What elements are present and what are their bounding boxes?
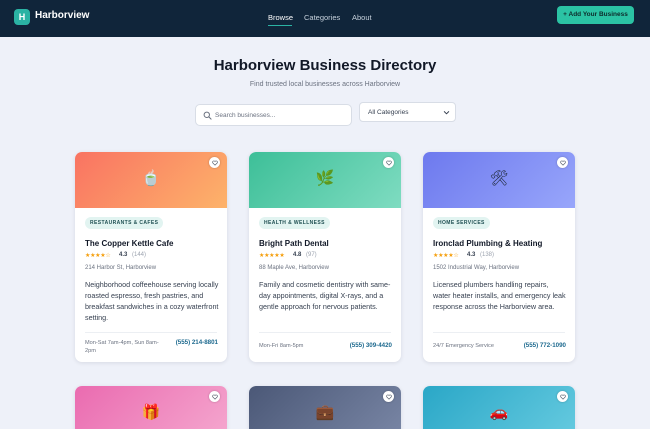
category-badge: HEALTH & WELLNESS — [259, 217, 330, 229]
rating-value: 4.8 — [293, 252, 302, 258]
business-card[interactable]: 🍵 RESTAURANTS & CAFES The Copper Kettle … — [75, 152, 227, 362]
business-card[interactable]: 🎁 — [75, 386, 227, 429]
business-card[interactable]: 🌿 HEALTH & WELLNESS Bright Path Dental ★… — [249, 152, 401, 362]
add-business-button[interactable]: + Add Your Business — [557, 6, 634, 24]
favorite-button[interactable] — [383, 391, 394, 402]
nav-categories[interactable]: Categories — [304, 13, 340, 22]
business-hours: Mon-Sat 7am-4pm, Sun 8am-2pm — [85, 340, 159, 354]
favorite-button[interactable] — [557, 391, 568, 402]
card-divider — [433, 332, 565, 333]
chevron-down-icon — [443, 111, 450, 115]
business-name[interactable]: The Copper Kettle Cafe — [85, 239, 173, 248]
rating-value: 4.3 — [119, 252, 128, 258]
business-address: 1502 Industrial Way, Harborview — [433, 265, 520, 271]
business-card[interactable]: 🛠 HOME SERVICES Ironclad Plumbing & Heat… — [423, 152, 575, 362]
favorite-button[interactable] — [557, 157, 568, 168]
heart-icon — [559, 160, 566, 166]
nav-active-indicator — [268, 25, 292, 26]
favorite-button[interactable] — [209, 157, 220, 168]
card-banner: 🌿 — [249, 152, 401, 208]
star-rating-icon: ★★★★☆ — [433, 253, 459, 259]
business-card[interactable]: 💼 — [249, 386, 401, 429]
card-divider — [85, 332, 217, 333]
business-address: 214 Harbor St, Harborview — [85, 265, 157, 271]
favorite-button[interactable] — [383, 157, 394, 168]
review-count: (144) — [132, 252, 147, 258]
gift-icon: 🎁 — [141, 404, 161, 421]
top-navbar: H Harborview Browse Categories About + A… — [0, 0, 650, 37]
business-description: Licensed plumbers handling repairs, wate… — [433, 280, 566, 311]
card-banner: 🍵 — [75, 152, 227, 208]
card-banner: 🚗 — [423, 386, 575, 429]
heart-icon — [211, 394, 218, 400]
category-badge: HOME SERVICES — [433, 217, 490, 229]
leaf-icon: 🌿 — [315, 170, 335, 187]
kettle-icon: 🍵 — [141, 170, 161, 187]
nav-browse[interactable]: Browse — [268, 13, 293, 22]
business-phone[interactable]: (555) 214-8801 — [170, 339, 218, 347]
favorite-button[interactable] — [209, 391, 220, 402]
briefcase-icon: 💼 — [315, 404, 335, 421]
business-description: Family and cosmetic dentistry with same-… — [259, 280, 391, 311]
page-subtitle: Find trusted local businesses across Har… — [249, 81, 401, 88]
heart-icon — [211, 160, 218, 166]
category-select[interactable]: All Categories — [359, 102, 456, 122]
nav-about[interactable]: About — [352, 13, 372, 22]
business-name[interactable]: Ironclad Plumbing & Heating — [433, 239, 542, 248]
review-count: (138) — [480, 252, 495, 258]
search-box[interactable] — [195, 104, 352, 126]
rating-value: 4.3 — [467, 252, 476, 258]
heart-icon — [385, 394, 392, 400]
card-banner: 🛠 — [423, 152, 575, 208]
business-description: Neighborhood coffeehouse serving locally… — [85, 280, 219, 322]
category-badge: RESTAURANTS & CAFES — [85, 217, 164, 229]
tools-icon: 🛠 — [489, 170, 509, 187]
card-banner: 💼 — [249, 386, 401, 429]
page-title: Harborview Business Directory — [213, 57, 437, 74]
heart-icon — [385, 160, 392, 166]
business-hours: 24/7 Emergency Service — [433, 343, 494, 349]
business-card[interactable]: 🚗 — [423, 386, 575, 429]
logo-icon[interactable]: H — [14, 9, 30, 25]
heart-icon — [559, 394, 566, 400]
star-rating-icon: ★★★★★ — [259, 253, 285, 259]
business-address: 88 Maple Ave, Harborview — [259, 265, 329, 271]
business-phone[interactable]: (555) 309-4420 — [332, 342, 392, 350]
business-phone[interactable]: (555) 772-1090 — [506, 342, 566, 350]
star-rating-icon: ★★★★☆ — [85, 253, 111, 259]
business-name[interactable]: Bright Path Dental — [259, 239, 329, 248]
business-hours: Mon-Fri 8am-5pm — [259, 343, 304, 349]
card-divider — [259, 332, 391, 333]
card-banner: 🎁 — [75, 386, 227, 429]
search-icon — [203, 111, 212, 120]
search-input[interactable] — [215, 109, 345, 122]
brand-name[interactable]: Harborview — [35, 10, 89, 21]
review-count: (97) — [306, 252, 317, 258]
category-select-value: All Categories — [368, 109, 409, 116]
car-icon: 🚗 — [489, 404, 509, 421]
